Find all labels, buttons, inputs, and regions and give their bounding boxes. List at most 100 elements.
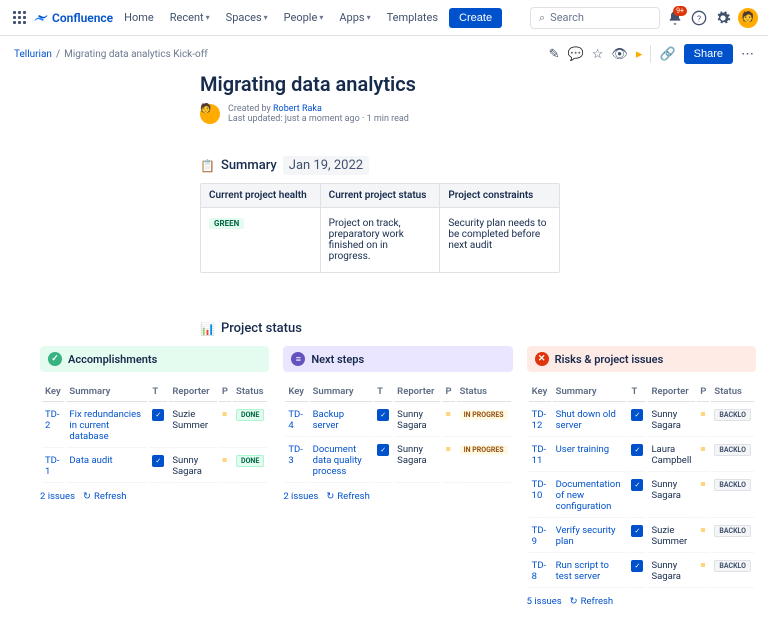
table-row: TD-9Verify security plan✓Suzie Summer=BA…: [529, 520, 754, 553]
user-avatar[interactable]: 🧑: [738, 8, 758, 28]
issue-summary[interactable]: Fix redundancies in current database: [69, 409, 141, 442]
breadcrumb-page[interactable]: Migrating data analytics Kick-off: [64, 49, 208, 60]
summary-section: 📋 Summary Jan 19, 2022 Current project h…: [200, 156, 560, 273]
app-switcher-icon[interactable]: [10, 9, 28, 27]
issue-summary[interactable]: Verify security plan: [556, 525, 616, 547]
star-icon[interactable]: ☆: [592, 47, 604, 62]
author-name[interactable]: Robert Raka: [273, 104, 322, 114]
confluence-logo[interactable]: Confluence: [34, 11, 113, 25]
refresh-icon: ↻: [326, 491, 334, 502]
risks-table: KeySummaryTReporterPStatus TD-12Shut dow…: [527, 380, 756, 590]
issue-reporter: Sunny Sagara: [394, 439, 440, 483]
task-type-icon: ✓: [152, 455, 164, 467]
issue-key[interactable]: TD-1: [45, 455, 60, 477]
issue-key[interactable]: TD-3: [288, 444, 303, 466]
issue-reporter: Sunny Sagara: [648, 404, 695, 437]
priority-icon: =: [700, 479, 705, 490]
nav-home[interactable]: Home: [119, 8, 159, 27]
issue-summary[interactable]: Backup server: [313, 409, 344, 431]
refresh-link[interactable]: ↻Refresh: [570, 596, 613, 607]
nav-templates[interactable]: Templates: [382, 8, 443, 27]
summary-date[interactable]: Jan 19, 2022: [283, 156, 369, 175]
issue-key[interactable]: TD-8: [532, 560, 547, 582]
task-type-icon: ✓: [631, 479, 643, 491]
share-button[interactable]: Share: [684, 44, 733, 64]
task-type-icon: ✓: [377, 409, 389, 421]
author-avatar[interactable]: 🧑: [200, 104, 220, 124]
check-icon: ✓: [48, 352, 62, 366]
chevron-down-icon: ▾: [206, 13, 210, 22]
issues-count[interactable]: 2 issues: [283, 491, 318, 502]
nav-spaces[interactable]: Spaces▾: [221, 8, 273, 27]
comment-icon[interactable]: 💬: [568, 47, 584, 62]
issue-key[interactable]: TD-12: [532, 409, 547, 431]
priority-icon: =: [445, 444, 450, 455]
task-type-icon: ✓: [631, 525, 643, 537]
task-type-icon: ✓: [631, 444, 643, 456]
nav-recent[interactable]: Recent▾: [165, 8, 215, 27]
priority-icon: =: [700, 525, 705, 536]
risks-column: ✕ Risks & project issues KeySummaryTRepo…: [527, 346, 756, 607]
nav-apps[interactable]: Apps▾: [334, 8, 375, 27]
issues-count[interactable]: 5 issues: [527, 596, 562, 607]
search-input[interactable]: ⌕ Search: [530, 7, 660, 29]
issue-summary[interactable]: Shut down old server: [556, 409, 616, 431]
issues-count[interactable]: 2 issues: [40, 491, 75, 502]
issue-reporter: Suzie Summer: [169, 404, 217, 448]
issue-summary[interactable]: Documentation of new configuration: [556, 479, 621, 512]
help-icon[interactable]: ?: [690, 9, 708, 27]
refresh-icon: ↻: [83, 491, 91, 502]
table-row: TD-11User training✓Laura Campbell=BACKLO: [529, 439, 754, 472]
issue-reporter: Sunny Sagara: [169, 450, 217, 483]
status-badge: IN PROGRES: [460, 410, 508, 420]
issue-key[interactable]: TD-4: [288, 409, 303, 431]
create-button[interactable]: Create: [449, 8, 502, 28]
issue-key[interactable]: TD-10: [532, 479, 547, 501]
summary-col-header: Current project health: [201, 184, 320, 208]
edit-icon[interactable]: ✎: [549, 47, 560, 62]
issue-summary[interactable]: User training: [556, 444, 609, 455]
issue-summary[interactable]: Document data quality process: [313, 444, 362, 477]
table-row: TD-10 Documentation of new configuration ✓…: [529, 474, 754, 518]
summary-col-body: Project on track, preparatory work finis…: [321, 208, 440, 272]
priority-icon: =: [222, 455, 227, 466]
list-icon: ≡: [291, 352, 305, 366]
status-columns: ✓ Accomplishments KeySummaryTReporterPSt…: [0, 346, 768, 627]
breadcrumb-space[interactable]: Tellurian: [14, 49, 52, 60]
task-type-icon: ✓: [152, 409, 164, 421]
refresh-link[interactable]: ↻Refresh: [83, 491, 126, 502]
link-icon[interactable]: 🔗: [659, 47, 675, 62]
issue-key[interactable]: TD-9: [532, 525, 547, 547]
watch-icon[interactable]: 👁: [611, 47, 628, 62]
issue-key[interactable]: TD-2: [45, 409, 60, 431]
header-actions: ✎ 💬 ☆ 👁 ▸ 🔗 Share ⋯: [549, 44, 754, 64]
notifications-icon[interactable]: 9+: [666, 9, 684, 27]
confluence-icon: [34, 11, 48, 25]
health-badge: GREEN: [209, 218, 244, 229]
status-badge: BACKLO: [714, 409, 751, 421]
presentation-icon[interactable]: ▸: [636, 47, 643, 62]
accomplishments-column: ✓ Accomplishments KeySummaryTReporterPSt…: [40, 346, 269, 607]
priority-icon: =: [700, 444, 705, 455]
next-steps-column: ≡ Next steps KeySummaryTReporterPStatus …: [283, 346, 512, 607]
page-header: Tellurian / Migrating data analytics Kic…: [0, 36, 768, 72]
error-icon: ✕: [535, 352, 549, 366]
page-title: Migrating data analytics: [200, 72, 560, 96]
table-row: TD-4Backup server✓Sunny Sagara=IN PROGRE…: [285, 404, 510, 437]
chevron-down-icon: ▾: [264, 13, 268, 22]
issue-summary[interactable]: Run script to test server: [556, 560, 609, 582]
nav-people[interactable]: People▾: [279, 8, 329, 27]
refresh-link[interactable]: ↻Refresh: [326, 491, 369, 502]
status-badge: BACKLO: [714, 560, 751, 572]
issue-reporter: Suzie Summer: [648, 520, 695, 553]
more-actions-icon[interactable]: ⋯: [741, 47, 754, 62]
settings-icon[interactable]: [714, 9, 732, 27]
task-type-icon: ✓: [631, 560, 643, 572]
issue-key[interactable]: TD-11: [532, 444, 547, 466]
issue-summary[interactable]: Data audit: [69, 455, 112, 466]
table-row: TD-2 Fix redundancies in current database…: [42, 404, 267, 448]
table-row: TD-3Document data quality process✓Sunny …: [285, 439, 510, 483]
svg-text:?: ?: [697, 14, 701, 24]
priority-icon: =: [445, 409, 450, 420]
issue-reporter: Sunny Sagara: [648, 555, 695, 588]
